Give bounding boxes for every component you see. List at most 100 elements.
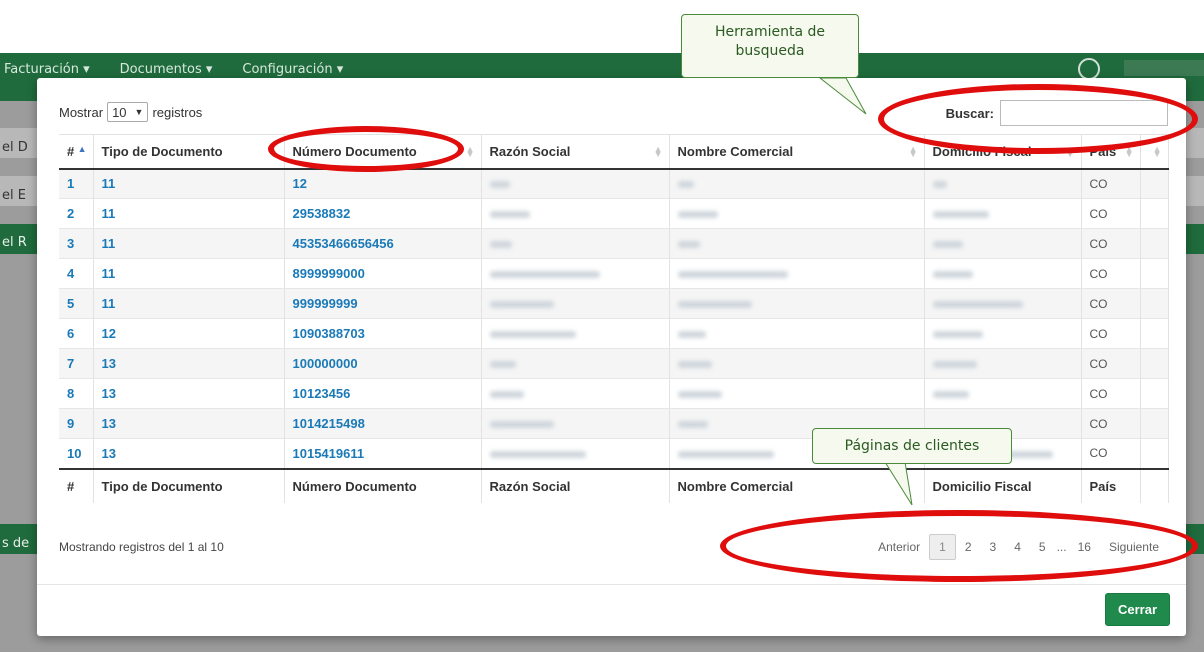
row-extra [1140,228,1169,259]
chevron-down-icon: ▼ [134,107,144,117]
row-doc-link[interactable]: 29538832 [284,198,482,229]
col-header-nombre-comercial[interactable]: Nombre Comercial ▲ ▼ [669,134,925,170]
user-icon[interactable] [1078,58,1100,80]
sort-icon: ▲ ▼ [1124,144,1134,159]
row-nombre-comercial [669,378,925,409]
foot-pais: País [1081,467,1141,503]
row-extra [1140,438,1169,469]
row-tipo: 13 [93,438,285,469]
bg-side-label: s de [2,536,30,551]
row-razon-social [481,438,670,469]
row-number: 9 [59,408,94,439]
page-length-control: Mostrar 10 ▼ registros [59,102,202,122]
foot-razon-social: Razón Social [481,467,670,503]
row-extra [1140,288,1169,319]
row-nombre-comercial [669,318,925,349]
row-doc-link[interactable]: 45353466656456 [284,228,482,259]
row-nombre-comercial [669,168,925,199]
bg-side-label: el R [2,235,27,250]
row-pais: CO [1081,438,1141,469]
row-razon-social [481,198,670,229]
table-row[interactable]: 7 13 100000000 CO [59,348,1169,379]
row-extra [1140,258,1169,289]
row-number: 3 [59,228,94,259]
row-domicilio [924,258,1082,289]
row-number: 2 [59,198,94,229]
row-domicilio [924,348,1082,379]
modal-divider [37,584,1186,585]
table-footer-row: # Tipo de Documento Número Documento Raz… [59,467,1169,503]
row-doc-link[interactable]: 999999999 [284,288,482,319]
table-row[interactable]: 1 11 12 CO [59,168,1169,199]
bg-side-label: el E [2,188,26,203]
row-extra [1140,348,1169,379]
callout-search-text: Herramienta de busqueda [714,24,826,59]
row-domicilio [924,228,1082,259]
foot-numero-documento: Número Documento [284,467,482,503]
row-tipo: 11 [93,228,285,259]
callout-pages-text: Páginas de clientes [844,438,980,454]
table-row[interactable]: 4 11 8999999000 CO [59,258,1169,289]
row-number: 5 [59,288,94,319]
row-number: 6 [59,318,94,349]
table-row[interactable]: 3 11 45353466656456 CO [59,228,1169,259]
col-header-razon-social[interactable]: Razón Social ▲ ▼ [481,134,670,170]
records-info: Mostrando registros del 1 al 10 [59,540,224,554]
row-domicilio [924,288,1082,319]
row-nombre-comercial [669,288,925,319]
row-tipo: 11 [93,288,285,319]
row-doc-link[interactable]: 1014215498 [284,408,482,439]
foot-nombre-comercial: Nombre Comercial [669,467,925,503]
row-domicilio [924,198,1082,229]
page-length-select[interactable]: 10 ▼ [107,102,149,122]
foot-number: # [59,467,94,503]
row-pais: CO [1081,168,1141,199]
row-razon-social [481,168,670,199]
row-tipo: 12 [93,318,285,349]
row-doc-link[interactable]: 10123456 [284,378,482,409]
highlight-ellipse-pagination [720,510,1198,582]
bg-side-label: el D [2,140,28,155]
col-header-tipo[interactable]: Tipo de Documento ▲ ▼ [93,134,285,170]
row-number: 8 [59,378,94,409]
highlight-ellipse-search [878,84,1198,154]
length-suffix: registros [152,104,203,120]
row-tipo: 11 [93,198,285,229]
table-row[interactable]: 8 13 10123456 CO [59,378,1169,409]
length-prefix: Mostrar [59,104,104,120]
row-doc-link[interactable]: 8999999000 [284,258,482,289]
row-tipo: 11 [93,258,285,289]
sort-icon: ▲ ▼ [908,144,918,159]
row-razon-social [481,318,670,349]
row-doc-link[interactable]: 100000000 [284,348,482,379]
foot-tipo: Tipo de Documento [93,467,285,503]
row-tipo: 11 [93,168,285,199]
row-doc-link[interactable]: 12 [284,168,482,199]
page-length-value: 10 [112,104,127,120]
table-row[interactable]: 6 12 1090388703 CO [59,318,1169,349]
row-pais: CO [1081,348,1141,379]
col-header-number[interactable]: # ▲ [59,134,94,170]
table-row[interactable]: 5 11 999999999 CO [59,288,1169,319]
row-doc-link[interactable]: 1015419611 [284,438,482,469]
row-nombre-comercial [669,198,925,229]
sort-icon: ▲ ▼ [465,144,475,159]
row-pais: CO [1081,408,1141,439]
table-row[interactable]: 2 11 29538832 CO [59,198,1169,229]
row-pais: CO [1081,318,1141,349]
row-nombre-comercial [669,258,925,289]
row-pais: CO [1081,228,1141,259]
user-menu[interactable] [1124,60,1204,76]
row-extra [1140,378,1169,409]
row-razon-social [481,228,670,259]
row-pais: CO [1081,288,1141,319]
row-doc-link[interactable]: 1090388703 [284,318,482,349]
row-extra [1140,408,1169,439]
close-button[interactable]: Cerrar [1105,593,1170,626]
row-extra [1140,318,1169,349]
row-tipo: 13 [93,408,285,439]
row-pais: CO [1081,378,1141,409]
sort-icon: ▲ ▼ [653,144,663,159]
sort-icon: ▲ ▼ [1152,144,1162,159]
row-number: 10 [59,438,94,469]
